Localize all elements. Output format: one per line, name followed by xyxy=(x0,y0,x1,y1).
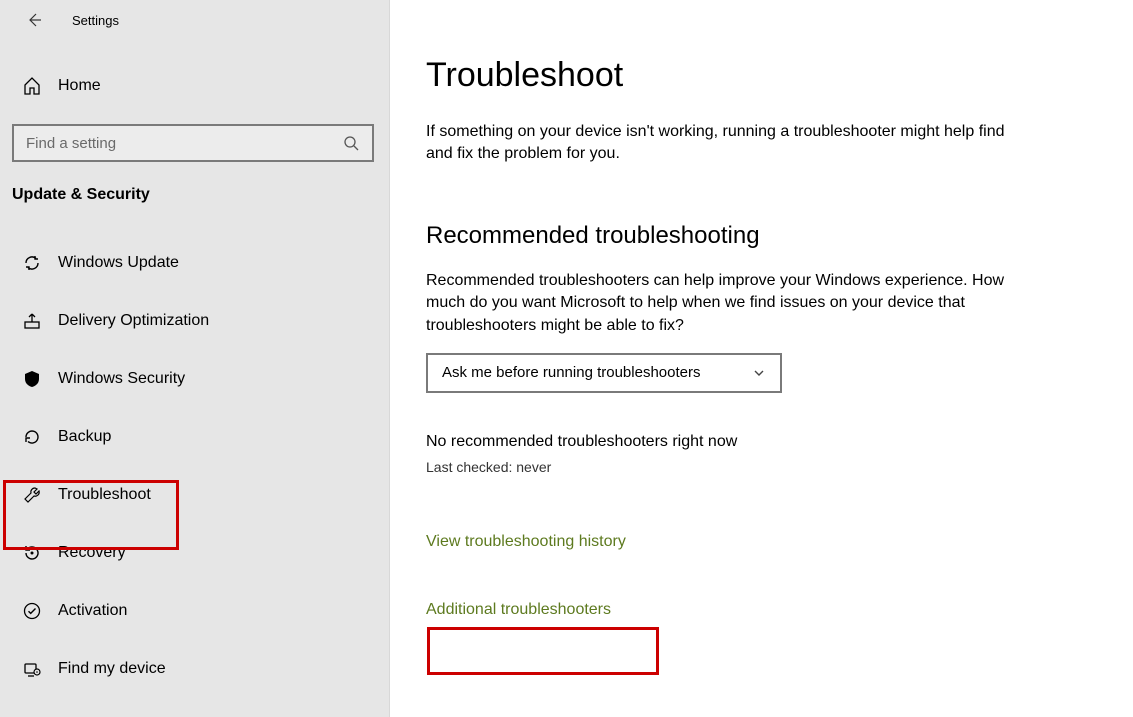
sidebar-item-label: Delivery Optimization xyxy=(58,312,209,330)
sidebar-item-label: Activation xyxy=(58,602,127,620)
sidebar-item-label: Windows Security xyxy=(58,370,185,388)
sidebar-item-activation[interactable]: Activation xyxy=(0,582,389,640)
backup-icon xyxy=(20,427,44,447)
sidebar-item-label: Find my device xyxy=(58,660,166,678)
recommended-status: No recommended troubleshooters right now xyxy=(426,433,1093,451)
search-box[interactable] xyxy=(12,124,374,162)
sidebar-nav: Windows Update Delivery Optimization Win… xyxy=(0,234,389,698)
search-container xyxy=(0,110,389,162)
home-link[interactable]: Home xyxy=(0,62,389,110)
home-icon xyxy=(20,76,44,96)
sidebar-item-delivery-optimization[interactable]: Delivery Optimization xyxy=(0,292,389,350)
view-history-link[interactable]: View troubleshooting history xyxy=(426,533,1093,551)
additional-troubleshooters-link[interactable]: Additional troubleshooters xyxy=(426,601,611,619)
chevron-down-icon xyxy=(752,366,766,380)
sidebar-item-backup[interactable]: Backup xyxy=(0,408,389,466)
check-circle-icon xyxy=(20,601,44,621)
page-title: Troubleshoot xyxy=(426,56,1093,95)
arrow-left-icon xyxy=(26,12,42,28)
sidebar-item-label: Troubleshoot xyxy=(58,486,151,504)
sidebar-item-recovery[interactable]: Recovery xyxy=(0,524,389,582)
category-label: Update & Security xyxy=(0,162,389,204)
sidebar-item-label: Windows Update xyxy=(58,254,179,272)
sidebar-item-find-my-device[interactable]: Find my device xyxy=(0,640,389,698)
sidebar-item-troubleshoot[interactable]: Troubleshoot xyxy=(0,466,389,524)
troubleshoot-preference-dropdown[interactable]: Ask me before running troubleshooters xyxy=(426,353,782,393)
page-intro: If something on your device isn't workin… xyxy=(426,121,1006,166)
section-title-recommended: Recommended troubleshooting xyxy=(426,222,1093,250)
sidebar: Settings Home Update & Security Windo xyxy=(0,0,390,717)
titlebar: Settings xyxy=(0,0,389,40)
delivery-icon xyxy=(20,311,44,331)
settings-window: Settings Home Update & Security Windo xyxy=(0,0,1133,717)
search-input[interactable] xyxy=(26,135,340,152)
home-label: Home xyxy=(58,77,101,95)
sidebar-item-label: Backup xyxy=(58,428,111,446)
section-desc-recommended: Recommended troubleshooters can help imp… xyxy=(426,270,1016,337)
last-checked-label: Last checked: never xyxy=(426,459,1093,475)
wrench-icon xyxy=(20,485,44,505)
back-button[interactable] xyxy=(20,6,48,34)
sidebar-item-windows-update[interactable]: Windows Update xyxy=(0,234,389,292)
recovery-icon xyxy=(20,543,44,563)
dropdown-value: Ask me before running troubleshooters xyxy=(442,364,700,381)
sidebar-item-label: Recovery xyxy=(58,544,126,562)
app-title: Settings xyxy=(72,13,119,28)
location-device-icon xyxy=(20,659,44,679)
sidebar-item-windows-security[interactable]: Windows Security xyxy=(0,350,389,408)
search-icon xyxy=(340,135,362,151)
main-content: Troubleshoot If something on your device… xyxy=(390,0,1133,717)
shield-icon xyxy=(20,369,44,389)
sync-icon xyxy=(20,253,44,273)
